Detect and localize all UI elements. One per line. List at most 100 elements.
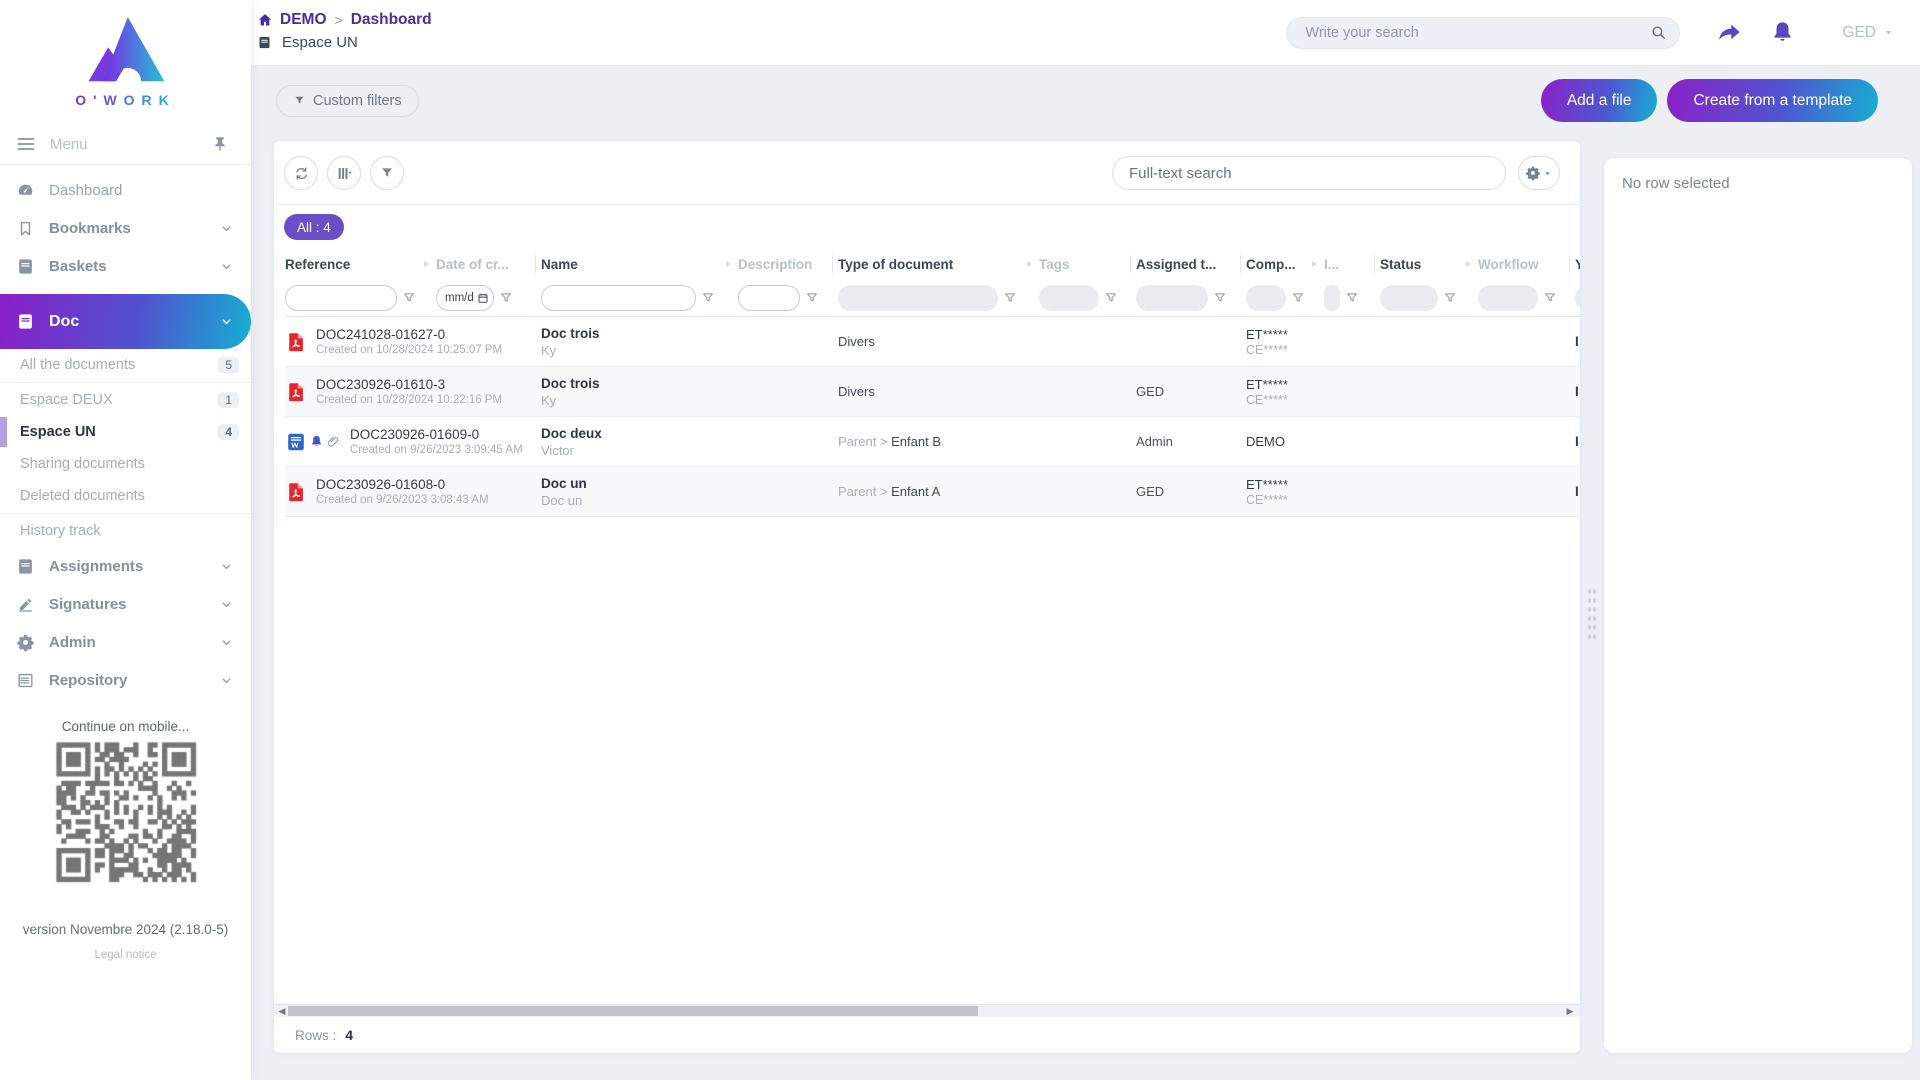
filter-input-reference[interactable] [285, 285, 397, 311]
filter-button[interactable] [370, 156, 404, 190]
count-badge: 4 [218, 424, 239, 440]
horizontal-scrollbar[interactable]: ◀ ▶ [274, 1004, 1580, 1017]
breadcrumb-root[interactable]: DEMO [280, 11, 327, 29]
sub-divider [0, 382, 251, 383]
funnel-icon[interactable] [402, 291, 416, 305]
search-icon[interactable] [1650, 24, 1667, 41]
panel-splitter-handle[interactable] [1587, 587, 1597, 641]
type-name: Divers [838, 334, 875, 349]
sidebar-item-doc[interactable]: Doc [0, 294, 251, 349]
sidebar-item-bookmarks[interactable]: Bookmarks [0, 209, 251, 247]
filter-disabled-i [1324, 285, 1340, 311]
home-icon[interactable] [257, 12, 273, 28]
filter-cell-status [1380, 285, 1462, 311]
cell-clipped-value: I [1575, 434, 1579, 449]
sidebar-subitem-history-track[interactable]: History track [0, 515, 251, 547]
legal-notice-link[interactable]: Legal notice [94, 949, 156, 961]
pdf-icon [285, 331, 307, 353]
table-row[interactable]: DOC230926-01610-3 Created on 10/28/2024 1… [285, 367, 1580, 417]
filter-input-name[interactable] [541, 285, 696, 311]
add-file-button[interactable]: Add a file [1540, 79, 1658, 122]
column-header-date-of-cr[interactable]: Date of cr... [436, 257, 529, 272]
columns-button[interactable] [327, 156, 361, 190]
sidebar-item-repository[interactable]: Repository [0, 661, 251, 699]
reference-texts: DOC241028-01627-0 Created on 10/28/2024 1… [316, 327, 502, 356]
scroll-left-arrow-icon[interactable]: ◀ [276, 1005, 288, 1017]
bell-icon[interactable] [1769, 19, 1796, 46]
sidebar-subitem-sharing-documents[interactable]: Sharing documents [0, 448, 251, 480]
column-header-i[interactable]: I... [1324, 257, 1368, 272]
column-header-type-of-document[interactable]: Type of document [838, 257, 1023, 272]
signature-icon [16, 595, 35, 614]
table-settings-button[interactable] [1518, 156, 1560, 190]
funnel-icon[interactable] [1443, 291, 1457, 305]
tab-all-chip[interactable]: All : 4 [284, 214, 344, 240]
column-header-y[interactable]: Y... [1575, 257, 1580, 272]
sidebar-item-admin[interactable]: Admin [0, 623, 251, 661]
filter-input-description[interactable] [738, 285, 800, 311]
cell-name: Doc un Doc un [541, 476, 838, 508]
type-name: Enfant A [891, 484, 941, 499]
user-menu[interactable]: GED [1842, 24, 1895, 42]
column-header-assigned-t[interactable]: Assigned t... [1136, 257, 1234, 272]
column-header-description[interactable]: Description [738, 257, 826, 272]
sidebar-subitem-espace-un[interactable]: Espace UN 4 [0, 416, 251, 448]
document-icons [285, 331, 307, 353]
action-bar: Custom filters Add a file Create from a … [251, 66, 1920, 135]
column-header-comp[interactable]: Comp... [1246, 257, 1308, 272]
pin-icon[interactable] [211, 135, 229, 153]
table-row[interactable]: DOC230926-01608-0 Created on 9/26/2023 3:… [285, 467, 1580, 517]
funnel-icon[interactable] [1291, 291, 1305, 305]
column-header-reference[interactable]: Reference [285, 257, 420, 272]
funnel-icon[interactable] [499, 291, 513, 305]
chevron-down-icon [220, 222, 233, 235]
breadcrumb-current[interactable]: Dashboard [351, 11, 432, 29]
filter-disabled-assigned-t [1136, 285, 1208, 311]
create-from-template-button[interactable]: Create from a template [1667, 79, 1878, 122]
share-icon[interactable] [1716, 19, 1743, 46]
column-header-tags[interactable]: Tags [1039, 257, 1124, 272]
sidebar-item-dashboard[interactable]: Dashboard [0, 171, 251, 209]
scrollbar-thumb[interactable] [288, 1006, 978, 1016]
sidebar-item-assignments[interactable]: Assignments [0, 547, 251, 585]
filter-date-input-date-of-cr[interactable]: mm/d [436, 285, 494, 311]
column-header-label: Status [1380, 256, 1422, 272]
reference-texts: DOC230926-01610-3 Created on 10/28/2024 1… [316, 377, 502, 406]
refresh-icon [293, 165, 310, 182]
sidebar-subitem-espace-deux[interactable]: Espace DEUX 1 [0, 384, 251, 416]
filter-cell-workflow [1478, 285, 1563, 311]
global-search-input[interactable] [1305, 24, 1651, 41]
custom-filters-button[interactable]: Custom filters [276, 84, 419, 117]
hamburger-icon[interactable] [16, 134, 36, 154]
sidebar-subitem-label: Espace UN [20, 424, 96, 440]
cell-assigned-to: GED [1136, 484, 1165, 499]
funnel-icon [379, 165, 395, 181]
column-header-name[interactable]: Name [541, 257, 722, 272]
sidebar-subitem-all-the-documents[interactable]: All the documents 5 [0, 349, 251, 381]
funnel-icon[interactable] [1104, 291, 1118, 305]
company-sub: CE***** [1246, 392, 1288, 407]
sidebar-item-baskets[interactable]: Baskets [0, 247, 251, 285]
scroll-right-arrow-icon[interactable]: ▶ [1564, 1005, 1576, 1017]
type-path-prefix: Parent > [838, 434, 892, 449]
fulltext-search-input[interactable] [1129, 164, 1489, 182]
table-row[interactable]: DOC241028-01627-0 Created on 10/28/2024 1… [285, 317, 1580, 367]
document-subtitle: Ky [541, 392, 557, 408]
sidebar-subitem-deleted-documents[interactable]: Deleted documents [0, 480, 251, 512]
refresh-button[interactable] [284, 156, 318, 190]
funnel-icon[interactable] [1543, 291, 1557, 305]
funnel-icon [293, 94, 306, 107]
funnel-icon[interactable] [1345, 291, 1359, 305]
column-header-workflow[interactable]: Workflow [1478, 257, 1563, 272]
filter-disabled-comp [1246, 285, 1286, 311]
funnel-icon[interactable] [805, 291, 819, 305]
main-area: DEMO > Dashboard Espace UN GED [251, 0, 1920, 1080]
column-header-status[interactable]: Status [1380, 257, 1462, 272]
content-area: All : 4 Reference Date of cr... Name Descri… [251, 135, 1920, 1080]
funnel-icon[interactable] [701, 291, 715, 305]
funnel-icon[interactable] [1213, 291, 1227, 305]
sidebar-item-signatures[interactable]: Signatures [0, 585, 251, 623]
funnel-icon[interactable] [1003, 291, 1017, 305]
cell-type-of-document: Parent > Enfant B [838, 434, 1136, 449]
table-row[interactable]: DOC230926-01609-0 Created on 9/26/2023 3:… [285, 417, 1580, 467]
